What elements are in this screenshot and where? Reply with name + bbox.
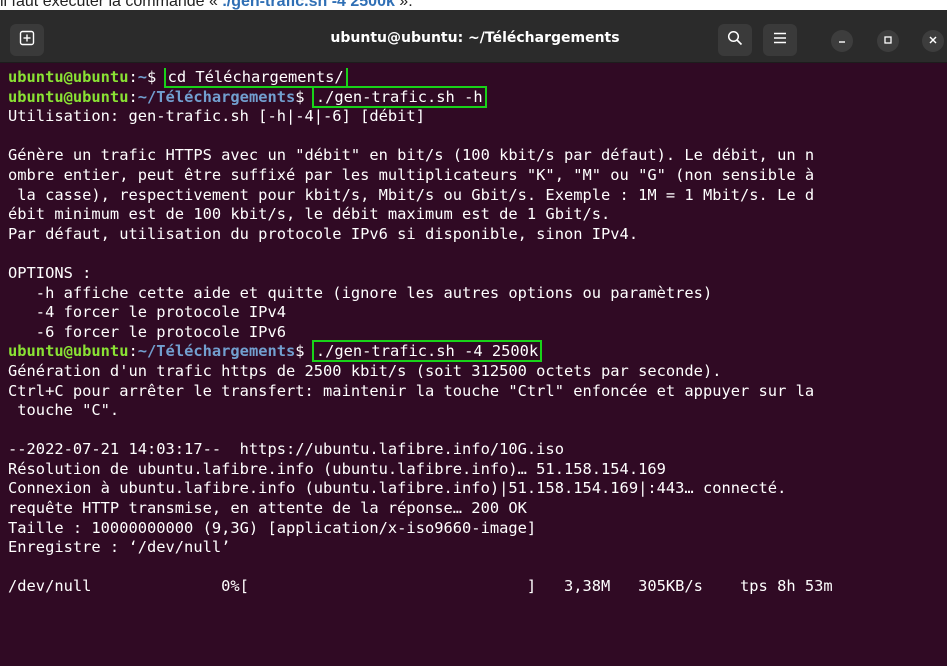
terminal-line: -h affiche cette aide et quitte (ignore … <box>8 283 713 302</box>
command-gen-trafic: ./gen-trafic.sh -4 2500k <box>311 340 543 363</box>
download-progress-line: /dev/null 0%[ ] 3,38M 305KB/s tps 8h 53m <box>8 577 833 596</box>
terminal-line: touche "C". <box>8 401 120 420</box>
window-title: ubuntu@ubuntu: ~/Téléchargements <box>330 30 620 46</box>
prompt-dollar: $ <box>147 68 166 86</box>
terminal-line: Taille : 10000000000 (9,3G) [application… <box>8 518 537 537</box>
title-bar[interactable]: ubuntu@ubuntu: ~/Téléchargements <box>0 10 947 63</box>
maximize-icon <box>883 32 893 50</box>
prompt-path: ~ <box>137 68 148 86</box>
hamburger-menu-icon <box>772 30 788 51</box>
caption-suffix: ». <box>394 0 413 10</box>
menu-button[interactable] <box>763 24 797 56</box>
terminal-line: -4 forcer le protocole IPv4 <box>8 303 286 322</box>
maximize-button[interactable] <box>877 30 899 52</box>
terminal-line: OPTIONS : <box>8 263 92 282</box>
prompt-separator: : <box>128 68 138 86</box>
minimize-button[interactable] <box>831 30 853 52</box>
terminal-line: Génération d'un trafic https de 2500 kbi… <box>8 361 722 380</box>
close-icon <box>928 32 938 50</box>
terminal-output[interactable]: ubuntu@ubuntu:~$ cd Téléchargements/ ubu… <box>0 68 947 666</box>
terminal-line: Connexion à ubuntu.lafibre.info (ubuntu.… <box>8 479 787 498</box>
terminal-line: Utilisation: gen-trafic.sh [-h|-4|-6] [d… <box>8 107 425 126</box>
terminal-prompt-line: ubuntu@ubuntu:~/Téléchargements$ ./gen-t… <box>0 85 947 108</box>
minimize-icon <box>837 32 847 50</box>
prompt-user: ubuntu@ubuntu <box>8 68 129 86</box>
prompt-path: ~/Téléchargements <box>137 87 296 106</box>
terminal-prompt-line: ubuntu@ubuntu:~$ cd Téléchargements/ <box>0 68 947 88</box>
terminal-line: --2022-07-21 14:03:17-- https://ubuntu.l… <box>8 440 564 459</box>
prompt-path: ~/Téléchargements <box>137 342 296 361</box>
terminal-line: Ctrl+C pour arrêter le transfert: mainte… <box>8 381 815 400</box>
new-tab-icon <box>19 30 35 51</box>
terminal-line: Résolution de ubuntu.lafibre.info (ubunt… <box>8 459 666 478</box>
command-help: ./gen-trafic.sh -h <box>311 85 487 108</box>
prompt-user: ubuntu@ubuntu <box>8 87 129 106</box>
terminal-prompt-line: ubuntu@ubuntu:~/Téléchargements$ ./gen-t… <box>0 340 947 363</box>
caption-command: ./gen-trafic.sh -4 2500k <box>222 0 395 10</box>
caption-prefix: il faut exécuter la commande « <box>0 0 223 10</box>
command-cd: cd Téléchargements/ <box>163 68 348 88</box>
search-icon <box>727 30 743 51</box>
terminal-line: la casse), respectivement pour kbit/s, M… <box>8 185 815 204</box>
terminal-line: Enregistre : ‘/dev/null’ <box>8 538 231 557</box>
search-button[interactable] <box>718 24 752 56</box>
document-caption: il faut exécuter la commande « ./gen-tra… <box>0 0 947 10</box>
prompt-dollar: $ <box>295 342 314 361</box>
terminal-window: ubuntu@ubuntu: ~/Téléchargements ubuntu@… <box>0 10 947 666</box>
prompt-dollar: $ <box>295 87 314 106</box>
terminal-line: requête HTTP transmise, en attente de la… <box>8 499 527 518</box>
terminal-line: ébit minimum est de 100 kbit/s, le débit… <box>8 205 611 224</box>
terminal-line: Génère un trafic HTTPS avec un "débit" e… <box>8 146 815 165</box>
prompt-separator: : <box>128 342 138 361</box>
prompt-separator: : <box>128 87 138 106</box>
terminal-line: -6 forcer le protocole IPv6 <box>8 322 286 341</box>
close-button[interactable] <box>922 30 944 52</box>
prompt-user: ubuntu@ubuntu <box>8 342 129 361</box>
terminal-line: Par défaut, utilisation du protocole IPv… <box>8 224 639 243</box>
new-tab-button[interactable] <box>10 24 44 56</box>
terminal-line: ombre entier, peut être suffixé par les … <box>8 165 815 184</box>
